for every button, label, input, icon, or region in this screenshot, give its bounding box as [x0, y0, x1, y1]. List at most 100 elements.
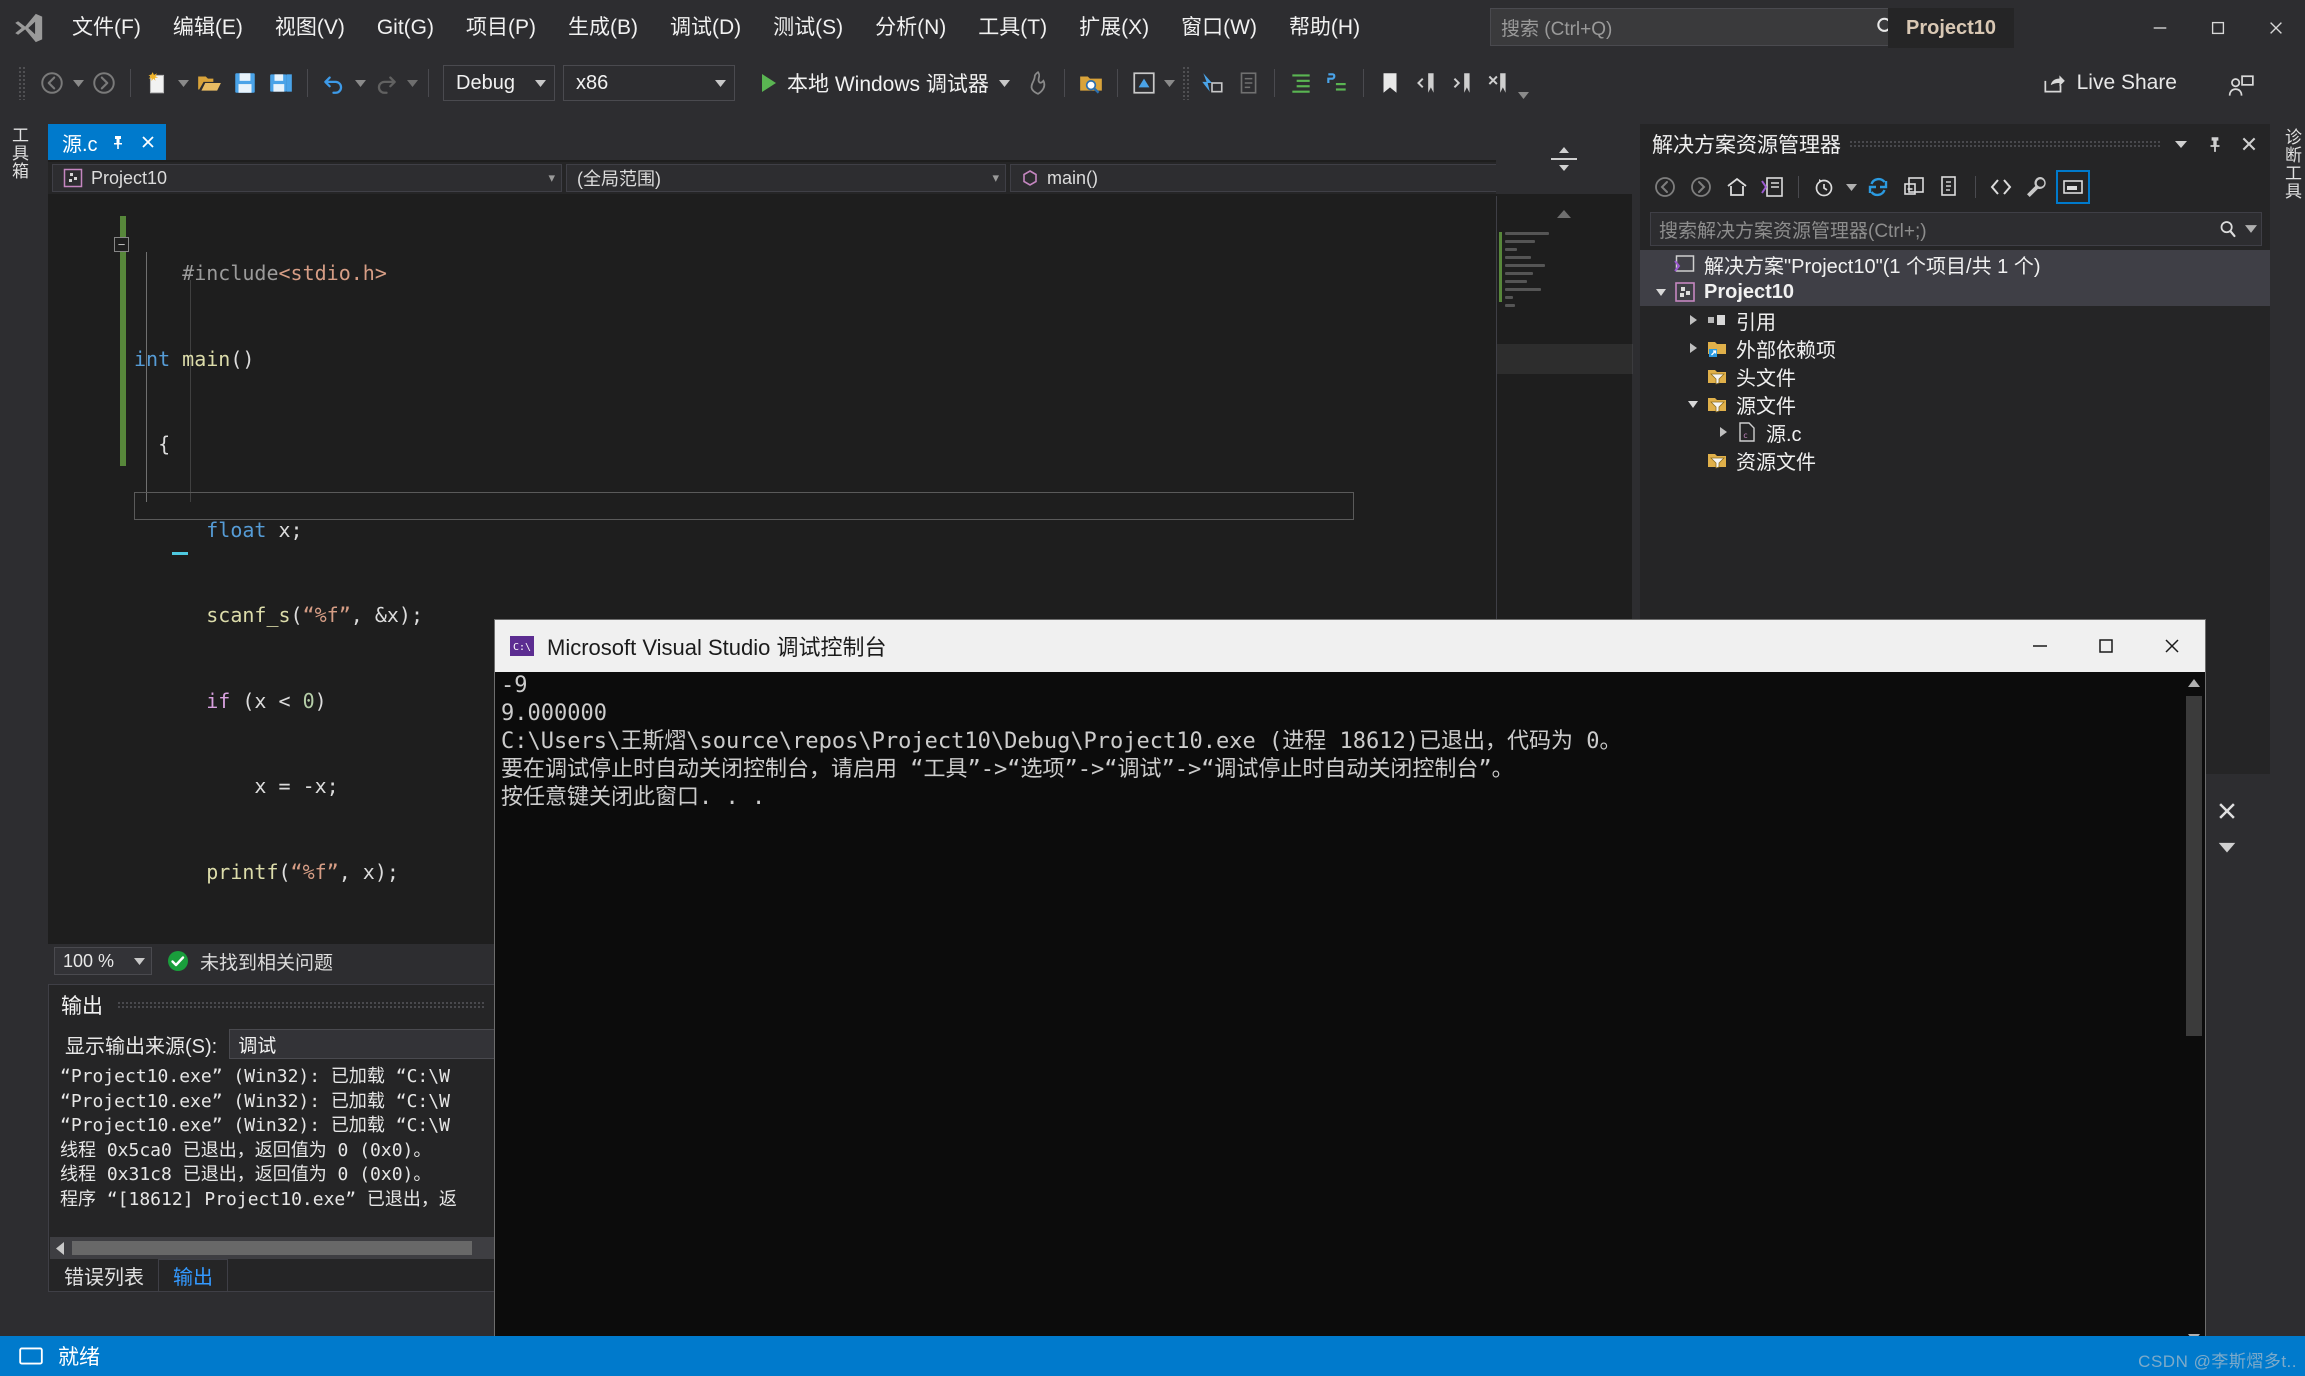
tree-item-project10[interactable]: Project10 [1640, 278, 2270, 306]
tree-item-references[interactable]: 引用 [1640, 306, 2270, 334]
hot-reload-button[interactable] [1020, 63, 1056, 103]
editor-minimap[interactable] [1496, 196, 1633, 636]
properties-icon[interactable] [2020, 170, 2054, 204]
search-in-files-button[interactable] [1073, 63, 1109, 103]
chevron-down-icon[interactable] [2216, 840, 2238, 859]
solution-configuration-combo[interactable]: Debug [443, 65, 555, 101]
toggle-bookmark-button[interactable] [1372, 63, 1408, 103]
pin-icon[interactable] [108, 132, 128, 152]
twisty-expanded-icon[interactable] [1650, 281, 1672, 303]
close-icon[interactable] [138, 132, 158, 152]
save-all-button[interactable] [263, 63, 299, 103]
live-share-button[interactable]: Live Share [2031, 64, 2187, 102]
console-minimize-button[interactable] [2007, 620, 2073, 672]
pending-changes-icon[interactable] [1807, 170, 1841, 204]
toolbar-grip-handle[interactable] [18, 66, 26, 100]
scroll-up-icon[interactable] [1557, 210, 1571, 218]
scrollbar-thumb[interactable] [72, 1241, 472, 1255]
tree-item-resource-files[interactable]: 资源文件 [1640, 446, 2270, 474]
comment-block-button[interactable] [1230, 63, 1266, 103]
scroll-left-icon[interactable] [50, 1237, 70, 1259]
clear-bookmarks-button[interactable] [1480, 63, 1516, 103]
console-title-bar[interactable]: C:\ Microsoft Visual Studio 调试控制台 [495, 620, 2205, 672]
menu-item-edit[interactable]: 编辑(E) [157, 0, 259, 56]
show-all-files-icon[interactable] [1933, 170, 1967, 204]
home-icon[interactable] [1720, 170, 1754, 204]
open-file-button[interactable] [191, 63, 227, 103]
undo-dropdown-icon[interactable] [352, 63, 368, 103]
forward-icon[interactable] [1684, 170, 1718, 204]
navigate-backward-dropdown-icon[interactable] [70, 63, 86, 103]
menu-item-analyze[interactable]: 分析(N) [859, 0, 962, 56]
solution-view-icon[interactable] [1756, 170, 1790, 204]
menu-item-help[interactable]: 帮助(H) [1273, 0, 1376, 56]
solution-explorer-search-input[interactable]: 搜索解决方案资源管理器(Ctrl+;) [1650, 212, 2262, 246]
zoom-level-combo[interactable]: 100 % [54, 947, 152, 975]
project-scope-combo[interactable]: Project10 ▾ [52, 164, 562, 192]
undo-button[interactable] [316, 63, 352, 103]
scrollbar-thumb[interactable] [2186, 696, 2202, 1036]
menu-item-git[interactable]: Git(G) [361, 0, 450, 56]
close-icon[interactable] [2236, 131, 2262, 157]
redo-button[interactable] [368, 63, 404, 103]
designer-view-dropdown-icon[interactable] [1162, 63, 1178, 103]
previous-bookmark-button[interactable] [1408, 63, 1444, 103]
console-output-body[interactable]: -9 9.000000 C:\Users\王斯熠\source\repos\Pr… [495, 672, 2205, 1348]
editor-split-handle[interactable] [1496, 124, 1632, 194]
indent-button[interactable] [1283, 63, 1319, 103]
solution-platform-combo[interactable]: x86 [563, 65, 735, 101]
output-source-combo[interactable]: 调试 [229, 1029, 495, 1059]
tab-error-list[interactable]: 错误列表 [50, 1259, 158, 1291]
new-project-dropdown-icon[interactable] [175, 63, 191, 103]
toolbox-vertical-tab[interactable]: 工具箱 [0, 118, 32, 258]
preview-selected-items-icon[interactable] [2056, 170, 2090, 204]
save-button[interactable] [227, 63, 263, 103]
fold-toggle-icon[interactable]: − [114, 237, 129, 252]
twisty-collapsed-icon[interactable] [1712, 421, 1734, 443]
minimize-button[interactable] [2131, 0, 2189, 56]
chevron-down-icon[interactable] [2168, 131, 2194, 157]
refresh-icon[interactable] [1861, 170, 1895, 204]
start-debugging-button[interactable]: 本地 Windows 调试器 [749, 63, 1020, 103]
pending-changes-dropdown-icon[interactable] [1843, 167, 1859, 207]
document-tab-source-c[interactable]: 源.c [48, 124, 166, 160]
new-project-button[interactable] [139, 63, 175, 103]
designer-view-button[interactable] [1126, 63, 1162, 103]
chevron-down-icon[interactable] [2245, 225, 2257, 233]
menu-item-window[interactable]: 窗口(W) [1165, 0, 1273, 56]
menu-item-test[interactable]: 测试(S) [757, 0, 859, 56]
close-button[interactable] [2247, 0, 2305, 56]
close-icon[interactable] [2216, 800, 2238, 827]
next-bookmark-button[interactable] [1444, 63, 1480, 103]
twisty-collapsed-icon[interactable] [1682, 337, 1704, 359]
navigate-forward-button[interactable] [86, 63, 122, 103]
outdent-button[interactable] [1319, 63, 1355, 103]
console-vertical-scrollbar[interactable] [2183, 672, 2205, 1348]
twisty-expanded-icon[interactable] [1682, 393, 1704, 415]
menu-item-extensions[interactable]: 扩展(X) [1063, 0, 1165, 56]
redo-dropdown-icon[interactable] [404, 63, 420, 103]
tree-item-source-files[interactable]: 源文件 [1640, 390, 2270, 418]
diagnostic-tools-vertical-tab[interactable]: 诊断工具 [2271, 118, 2305, 318]
twisty-collapsed-icon[interactable] [1682, 309, 1704, 331]
view-code-icon[interactable] [1984, 170, 2018, 204]
collapse-all-icon[interactable] [1897, 170, 1931, 204]
navigate-to-button[interactable] [1194, 63, 1230, 103]
toolbar-grip-handle[interactable] [1181, 66, 1190, 100]
scope-combo[interactable]: (全局范围) ▾ [566, 164, 1006, 192]
console-maximize-button[interactable] [2073, 620, 2139, 672]
tree-item-header-files[interactable]: 头文件 [1640, 362, 2270, 390]
solution-tree[interactable]: 解决方案"Project10"(1 个项目/共 1 个) Project10 引… [1640, 250, 2270, 474]
tree-item-source-c[interactable]: c 源.c [1640, 418, 2270, 446]
menu-item-debug[interactable]: 调试(D) [654, 0, 757, 56]
global-search-input[interactable]: 搜索 (Ctrl+Q) [1490, 8, 1910, 46]
menu-item-file[interactable]: 文件(F) [56, 0, 157, 56]
console-close-button[interactable] [2139, 620, 2205, 672]
minimap-viewport[interactable] [1497, 344, 1633, 374]
maximize-button[interactable] [2189, 0, 2247, 56]
toolbar-overflow-icon[interactable] [1516, 63, 1532, 103]
feedback-icon[interactable] [2227, 74, 2255, 105]
back-icon[interactable] [1648, 170, 1682, 204]
tab-output[interactable]: 输出 [158, 1259, 228, 1291]
pin-icon[interactable] [2202, 131, 2228, 157]
